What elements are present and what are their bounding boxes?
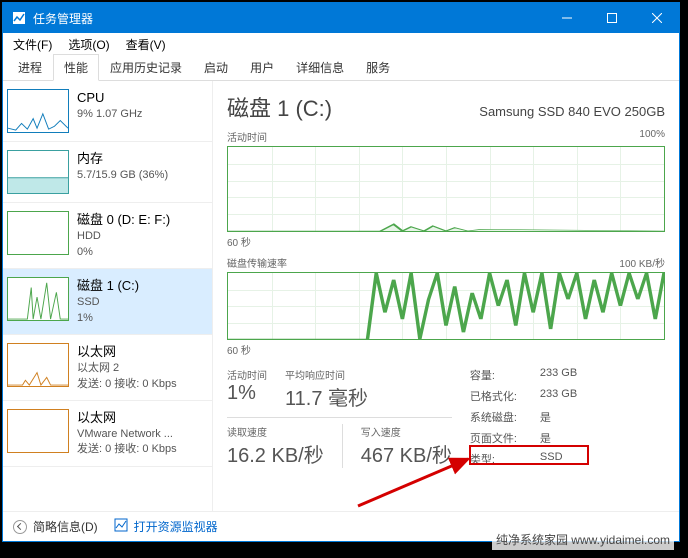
menubar: 文件(F) 选项(O) 查看(V) [3,33,679,55]
sidebar-item-label: 以太网 [77,343,177,361]
chart1-label: 活动时间 [227,129,267,144]
kv-capacity-v: 233 GB [540,367,610,384]
sidebar-item-label: 磁盘 1 (C:) [77,277,139,295]
sidebar-item-detail: SSD [77,295,139,310]
chart2-label: 磁盘传输速率 [227,255,287,270]
titlebar[interactable]: 任务管理器 [3,3,679,33]
stat-write-label: 写入速度 [361,424,452,439]
sidebar-item-detail: VMware Network ... [77,427,177,442]
tab-services[interactable]: 服务 [355,54,401,81]
tab-details[interactable]: 详细信息 [285,54,355,81]
chevron-collapse-icon[interactable] [13,520,27,534]
stat-resp-value: 11.7 毫秒 [285,382,368,411]
chart1-max: 100% [639,129,665,144]
tab-performance[interactable]: 性能 [53,54,99,81]
sidebar-item-label: CPU [77,89,142,107]
watermark: 纯净系统家园 www.yidaimei.com [492,529,674,550]
tab-app-history[interactable]: 应用历史记录 [99,54,193,81]
minimize-button[interactable] [544,3,589,33]
sidebar-item-ethernet2[interactable]: 以太网 VMware Network ... 发送: 0 接收: 0 Kbps [3,401,212,467]
tab-startup[interactable]: 启动 [193,54,239,81]
menu-file[interactable]: 文件(F) [9,34,56,55]
sidebar-item-label: 磁盘 0 (D: E: F:) [77,211,170,229]
sidebar-item-detail: 以太网 2 [77,361,177,376]
chart1-xaxis: 60 秒 [227,234,665,249]
disk1-thumb [7,277,69,321]
kv-capacity-l: 容量: [470,367,540,384]
close-button[interactable] [634,3,679,33]
disk0-thumb [7,211,69,255]
chart2-xaxis: 60 秒 [227,342,665,357]
sidebar-item-detail2: 发送: 0 接收: 0 Kbps [77,442,177,457]
window-title: 任务管理器 [33,10,93,27]
kv-sysdisk-v: 是 [540,409,610,426]
app-icon [11,10,27,26]
sidebar-item-ethernet1[interactable]: 以太网 以太网 2 发送: 0 接收: 0 Kbps [3,335,212,401]
menu-options[interactable]: 选项(O) [64,34,113,55]
kv-formatted-l: 已格式化: [470,388,540,405]
maximize-button[interactable] [589,3,634,33]
chart-active-time[interactable] [227,146,665,232]
sidebar-item-disk0[interactable]: 磁盘 0 (D: E: F:) HDD 0% [3,203,212,269]
sidebar-item-disk1[interactable]: 磁盘 1 (C:) SSD 1% [3,269,212,335]
sidebar-item-label: 内存 [77,150,168,168]
sidebar-item-detail2: 发送: 0 接收: 0 Kbps [77,377,177,392]
stat-resp-label: 平均响应时间 [285,367,368,382]
sidebar-item-memory[interactable]: 内存 5.7/15.9 GB (36%) [3,142,212,203]
sidebar-item-cpu[interactable]: CPU 9% 1.07 GHz [3,81,212,142]
tab-users[interactable]: 用户 [239,54,285,81]
task-manager-window: 任务管理器 文件(F) 选项(O) 查看(V) 进程 性能 应用历史记录 启动 … [2,2,680,542]
kv-formatted-v: 233 GB [540,388,610,405]
highlight-box [469,445,589,465]
tabstrip: 进程 性能 应用历史记录 启动 用户 详细信息 服务 [3,55,679,81]
sidebar-item-detail2: 0% [77,245,170,260]
stat-read-label: 读取速度 [227,424,324,439]
tab-processes[interactable]: 进程 [7,54,53,81]
chart-transfer-rate[interactable] [227,272,665,340]
open-resmon-link[interactable]: 打开资源监视器 [134,518,218,535]
fewer-details-link[interactable]: 简略信息(D) [33,518,98,535]
kv-sysdisk-l: 系统磁盘: [470,409,540,426]
memory-thumb [7,150,69,194]
stat-active-label: 活动时间 [227,367,267,382]
sidebar-item-detail2: 1% [77,311,139,326]
sidebar: CPU 9% 1.07 GHz 内存 5.7/15.9 GB (36%) 磁盘 … [3,81,213,511]
page-title: 磁盘 1 (C:) [227,91,332,123]
cpu-thumb [7,89,69,133]
sidebar-item-detail: HDD [77,229,170,244]
stat-write-value: 467 KB/秒 [361,439,452,468]
disk-model: Samsung SSD 840 EVO 250GB [479,104,665,119]
main-panel: 磁盘 1 (C:) Samsung SSD 840 EVO 250GB 活动时间… [213,81,679,511]
sidebar-item-label: 以太网 [77,409,177,427]
eth2-thumb [7,409,69,453]
chart2-max: 100 KB/秒 [619,255,665,270]
eth1-thumb [7,343,69,387]
stat-read-value: 16.2 KB/秒 [227,439,324,468]
sidebar-item-detail: 5.7/15.9 GB (36%) [77,168,168,183]
sidebar-item-detail: 9% 1.07 GHz [77,107,142,122]
stat-active-value: 1% [227,382,267,405]
resmon-icon [114,518,128,535]
menu-view[interactable]: 查看(V) [122,34,170,55]
